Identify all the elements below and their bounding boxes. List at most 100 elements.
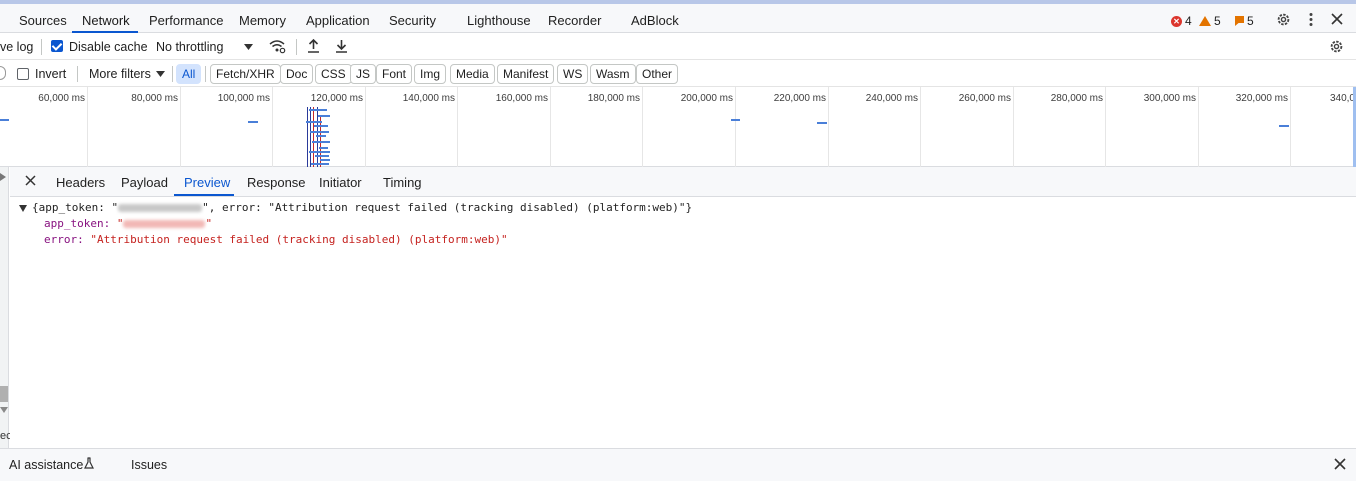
timeline-tick: 260,000 ms bbox=[958, 93, 1011, 104]
tab-security[interactable]: Security bbox=[389, 13, 436, 28]
filter-chip-img[interactable]: Img bbox=[414, 64, 447, 84]
request-bar bbox=[312, 141, 330, 143]
tab-memory[interactable]: Memory bbox=[239, 13, 286, 28]
filter-chip-css[interactable]: CSS bbox=[315, 64, 352, 84]
tab-preview[interactable]: Preview bbox=[184, 175, 230, 190]
export-har-download-icon[interactable] bbox=[335, 38, 348, 53]
request-bar bbox=[318, 115, 330, 117]
filter-chip-wasm[interactable]: Wasm bbox=[590, 64, 636, 84]
invert-checkbox[interactable] bbox=[17, 68, 29, 80]
tab-lighthouse[interactable]: Lighthouse bbox=[467, 13, 531, 28]
timeline-tick: 320,000 ms bbox=[1235, 93, 1288, 104]
tab-performance[interactable]: Performance bbox=[149, 13, 223, 28]
filter-divider bbox=[205, 66, 206, 82]
load-event-marker bbox=[313, 107, 314, 167]
filter-chip-font[interactable]: Font bbox=[376, 64, 413, 84]
timeline-tick: 200,000 ms bbox=[680, 93, 733, 104]
scroll-down-arrow-icon[interactable] bbox=[0, 407, 8, 415]
request-bar bbox=[248, 121, 258, 123]
scrollbar-thumb[interactable] bbox=[0, 386, 8, 402]
filter-chip-js[interactable]: JS bbox=[350, 64, 377, 84]
tab-response[interactable]: Response bbox=[247, 175, 306, 190]
timeline-tick: 100,000 ms bbox=[217, 93, 270, 104]
redacted-token-value bbox=[123, 220, 206, 228]
filter-input-edge[interactable] bbox=[0, 66, 6, 80]
invert-label[interactable]: Invert bbox=[35, 67, 66, 81]
redacted-token bbox=[118, 204, 203, 212]
expand-triangle-icon[interactable] bbox=[19, 205, 27, 212]
timeline-tick: 280,000 ms bbox=[1050, 93, 1103, 104]
chevron-down-icon[interactable] bbox=[244, 44, 253, 50]
dom-content-loaded-marker bbox=[307, 107, 308, 167]
request-bar bbox=[319, 147, 328, 149]
request-bar bbox=[311, 163, 329, 165]
json-app-token-row[interactable]: app_token: " " bbox=[44, 217, 212, 230]
scroll-arrow-icon[interactable] bbox=[0, 173, 8, 181]
close-detail-icon[interactable] bbox=[25, 175, 36, 186]
timeline-tick: 120,000 ms bbox=[310, 93, 363, 104]
toolbar-divider bbox=[41, 39, 42, 55]
request-bar bbox=[306, 121, 322, 123]
chevron-down-icon[interactable] bbox=[156, 71, 165, 77]
preserve-log-label[interactable]: ve log bbox=[0, 40, 33, 54]
issue-count: 5 bbox=[1247, 14, 1254, 28]
tab-initiator[interactable]: Initiator bbox=[319, 175, 362, 190]
close-drawer-icon[interactable] bbox=[1334, 458, 1346, 470]
filter-chip-media[interactable]: Media bbox=[450, 64, 495, 84]
json-error-row[interactable]: error: "Attribution request failed (trac… bbox=[44, 233, 508, 246]
issues-count-badge[interactable]: 5 bbox=[1235, 14, 1254, 28]
network-settings-gear-icon[interactable] bbox=[1329, 39, 1344, 54]
json-key-error: error: bbox=[44, 233, 91, 246]
disable-cache-checkbox[interactable] bbox=[51, 40, 63, 52]
settings-gear-icon[interactable] bbox=[1276, 12, 1291, 27]
issue-flag-icon bbox=[1235, 16, 1244, 26]
tab-application[interactable]: Application bbox=[306, 13, 370, 28]
request-bar bbox=[817, 122, 827, 124]
filter-chip-ws[interactable]: WS bbox=[557, 64, 589, 84]
filter-chip-manifest[interactable]: Manifest bbox=[497, 64, 555, 84]
more-filters-dropdown[interactable]: More filters bbox=[89, 67, 151, 81]
request-bar bbox=[309, 151, 330, 153]
warning-count: 5 bbox=[1214, 14, 1221, 28]
error-count: 4 bbox=[1185, 14, 1192, 28]
filter-chip-all[interactable]: All bbox=[176, 64, 202, 84]
filter-chip-fetch-xhr[interactable]: Fetch/XHR bbox=[210, 64, 281, 84]
filter-chip-doc[interactable]: Doc bbox=[280, 64, 314, 84]
request-bar bbox=[320, 159, 330, 161]
throttling-select[interactable]: No throttling bbox=[156, 40, 223, 54]
json-key-app-token: app_token: bbox=[44, 217, 117, 230]
active-detail-tab-indicator bbox=[174, 194, 234, 196]
filter-chip-other[interactable]: Other bbox=[636, 64, 679, 84]
json-summary-prefix: {app_token: " bbox=[32, 201, 119, 214]
drawer-tab-ai-assistance[interactable]: AI assistance bbox=[9, 458, 83, 472]
tab-network[interactable]: Network bbox=[82, 13, 130, 28]
filter-bar: Invert More filters All Fetch/XHR Doc CS… bbox=[0, 61, 1356, 87]
filter-divider bbox=[172, 66, 173, 82]
import-har-upload-icon[interactable] bbox=[307, 38, 320, 53]
json-summary-line[interactable]: {app_token: " ", error: "Attribution requ… bbox=[32, 201, 692, 214]
json-quote-close: " bbox=[205, 217, 213, 230]
timeline-tick: 180,000 ms bbox=[587, 93, 640, 104]
error-count-badge[interactable]: ✕ 4 bbox=[1171, 14, 1192, 28]
request-bar bbox=[309, 109, 327, 111]
tab-headers[interactable]: Headers bbox=[56, 175, 105, 190]
more-options-icon[interactable] bbox=[1308, 12, 1314, 27]
filter-divider bbox=[77, 66, 78, 82]
drawer-tab-issues[interactable]: Issues bbox=[131, 458, 167, 472]
tab-timing[interactable]: Timing bbox=[383, 175, 422, 190]
request-bar bbox=[0, 119, 9, 121]
timeline-tick: 140,000 ms bbox=[402, 93, 455, 104]
warning-count-badge[interactable]: 5 bbox=[1199, 14, 1221, 28]
network-conditions-wifi-icon[interactable] bbox=[268, 38, 286, 54]
disable-cache-label[interactable]: Disable cache bbox=[69, 40, 148, 54]
tab-sources[interactable]: Sources bbox=[19, 13, 67, 28]
warning-icon bbox=[1199, 16, 1211, 26]
tab-payload[interactable]: Payload bbox=[121, 175, 168, 190]
json-summary-suffix: ", error: "Attribution request failed (t… bbox=[202, 201, 693, 214]
close-devtools-icon[interactable] bbox=[1331, 13, 1343, 25]
tab-recorder[interactable]: Recorder bbox=[548, 13, 601, 28]
request-list-collapsed[interactable]: ec bbox=[0, 167, 12, 448]
tab-adblock[interactable]: AdBlock bbox=[631, 13, 679, 28]
network-overview-timeline[interactable]: 60,000 ms 80,000 ms 100,000 ms 120,000 m… bbox=[0, 87, 1356, 167]
request-bar bbox=[315, 155, 329, 157]
